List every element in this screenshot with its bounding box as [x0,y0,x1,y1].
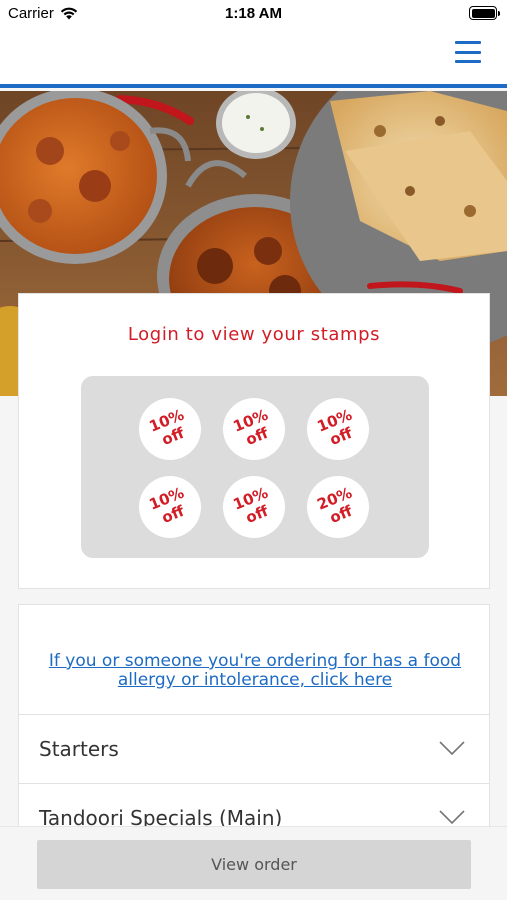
stamp-grid: 10% off 10% off 10% off 10% off 10% off 20% of… [81,376,429,558]
stamp-2: 10% off [223,398,285,460]
view-order-button[interactable]: View order [37,840,471,889]
category-label: Starters [39,737,119,761]
stamp-3: 10% off [307,398,369,460]
chevron-down-icon [439,741,465,755]
clock: 1:18 AM [225,5,282,22]
chevron-down-icon [439,810,465,824]
stamp-5: 10% off [223,476,285,538]
hamburger-menu-icon[interactable] [455,41,481,63]
bottom-bar: View order [0,826,507,900]
stamp-6: 20% off [307,476,369,538]
stamp-card: Login to view your stamps 10% off 10% off … [18,293,490,589]
stamp-4: 10% off [139,476,201,538]
status-bar: Carrier 1:18 AM [0,0,507,28]
login-stamps-title[interactable]: Login to view your stamps [19,324,489,345]
allergy-info-link[interactable]: If you or someone you're ordering for ha… [29,652,481,690]
category-starters[interactable]: Starters [19,714,489,784]
app-header [0,28,507,88]
battery-icon [469,6,500,20]
menu-card: If you or someone you're ordering for ha… [18,604,490,844]
stamp-1: 10% off [139,398,201,460]
